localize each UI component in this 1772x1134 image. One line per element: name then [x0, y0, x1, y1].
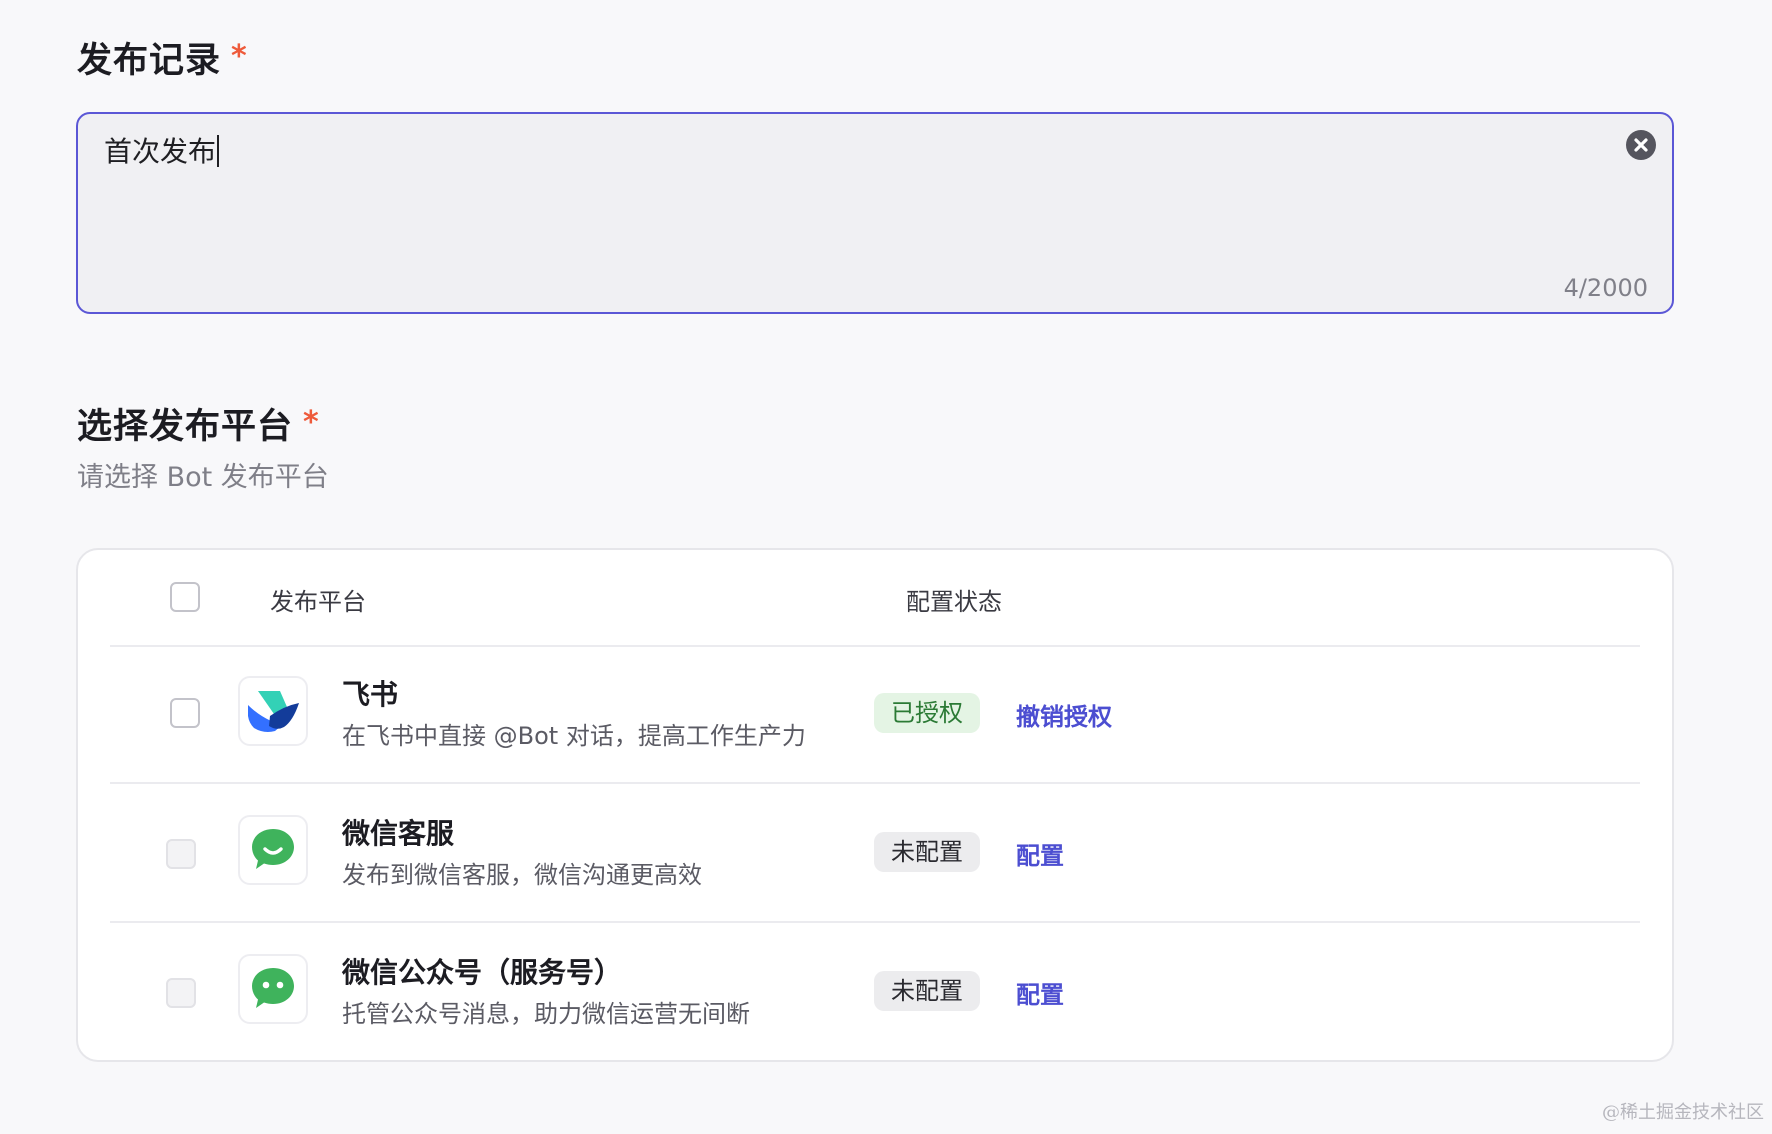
- record-title-text: 发布记录: [77, 41, 222, 81]
- character-counter: 4/2000: [1563, 274, 1648, 302]
- platform-logo-wechat-service: [238, 815, 308, 885]
- wechat-official-logo-icon: [252, 968, 294, 1008]
- platform-description: 在飞书中直接 @Bot 对话，提高工作生产力: [342, 722, 806, 750]
- platform-logo-feishu: [238, 676, 308, 746]
- text-caret: [217, 135, 220, 167]
- platform-description: 托管公众号消息，助力微信运营无间断: [342, 1000, 750, 1028]
- wechat-service-logo-icon: [252, 829, 294, 869]
- platform-name: 微信客服: [342, 817, 455, 850]
- close-icon: [1634, 138, 1648, 152]
- platform-subtitle: 请选择 Bot 发布平台: [77, 462, 329, 493]
- platform-title-text: 选择发布平台: [77, 407, 294, 447]
- table-header: 发布平台 配置状态: [110, 550, 1640, 647]
- platform-name: 飞书: [342, 678, 399, 711]
- table-row-wechat-official: 微信公众号（服务号） 托管公众号消息，助力微信运营无间断 未配置 配置: [110, 923, 1640, 1060]
- release-notes-textarea[interactable]: 首次发布 4/2000: [76, 112, 1674, 314]
- record-section-title: 发布记录 *: [77, 32, 248, 83]
- status-badge: 未配置: [874, 832, 980, 872]
- table-row-wechat-service: 微信客服 发布到微信客服，微信沟通更高效 未配置 配置: [110, 784, 1640, 923]
- clear-button[interactable]: [1626, 130, 1656, 160]
- header-status: 配置状态: [906, 588, 1002, 616]
- platform-table: 发布平台 配置状态 飞书 在飞书中直接 @Bot 对话，提高工作生产力 已授权 …: [76, 548, 1674, 1062]
- required-asterisk: *: [231, 39, 248, 74]
- status-badge: 未配置: [874, 971, 980, 1011]
- header-platform: 发布平台: [270, 588, 366, 616]
- feishu-logo-icon: [248, 691, 299, 732]
- platform-section-title: 选择发布平台 *: [77, 398, 320, 449]
- row-checkbox-wechat-service[interactable]: [166, 839, 196, 869]
- textarea-value: 首次发布: [104, 130, 220, 170]
- select-all-checkbox[interactable]: [170, 582, 200, 612]
- textarea-text: 首次发布: [104, 135, 217, 168]
- row-checkbox-feishu[interactable]: [170, 698, 200, 728]
- configure-link-wechat-official[interactable]: 配置: [1016, 975, 1064, 1010]
- status-badge: 已授权: [874, 693, 980, 733]
- platform-name: 微信公众号（服务号）: [342, 956, 623, 989]
- required-asterisk: *: [303, 405, 320, 440]
- platform-description: 发布到微信客服，微信沟通更高效: [342, 861, 702, 889]
- row-checkbox-wechat-official[interactable]: [166, 978, 196, 1008]
- revoke-authorization-link[interactable]: 撤销授权: [1016, 697, 1112, 732]
- watermark: @稀土掘金技术社区: [1602, 1102, 1764, 1123]
- platform-logo-wechat-official: [238, 954, 308, 1024]
- table-row-feishu: 飞书 在飞书中直接 @Bot 对话，提高工作生产力 已授权 撤销授权: [110, 645, 1640, 784]
- configure-link-wechat-service[interactable]: 配置: [1016, 836, 1064, 871]
